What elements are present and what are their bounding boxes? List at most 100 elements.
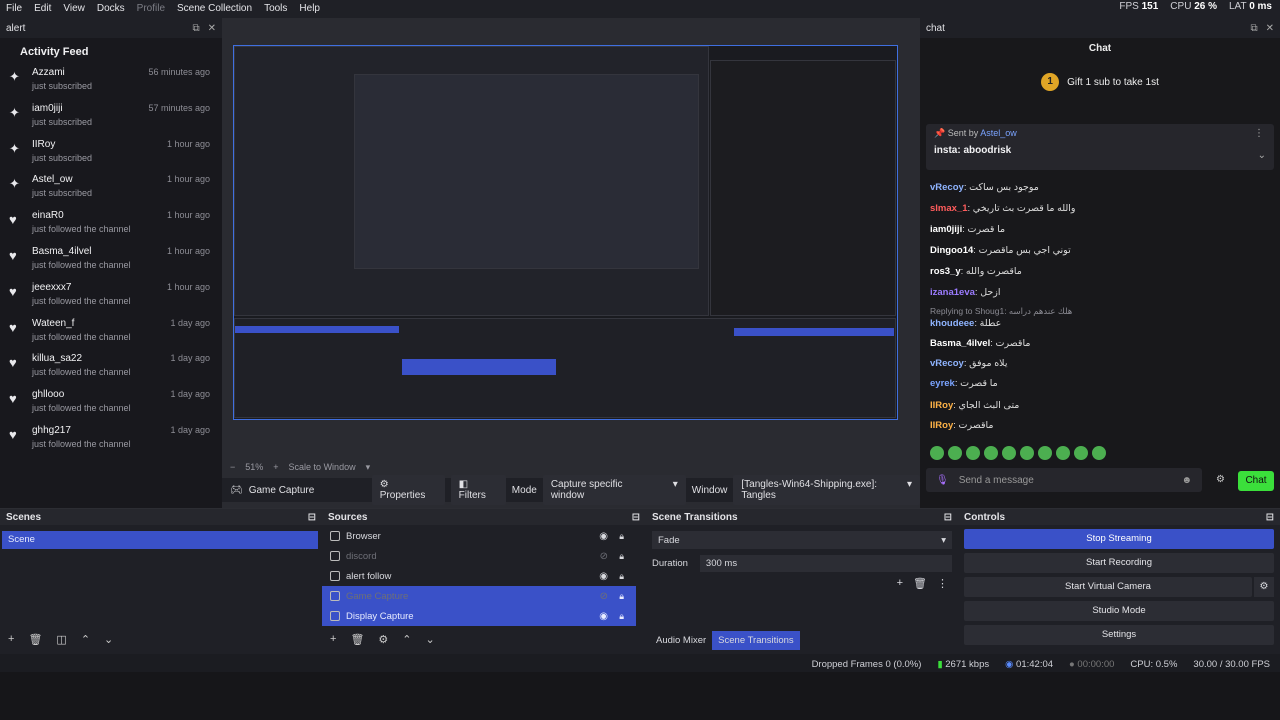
filters-button[interactable]: ◧ Filters: [450, 475, 506, 505]
source-item[interactable]: Game Capture ⊘ 🔒︎: [322, 586, 636, 606]
chat-username[interactable]: slmax_1: [930, 203, 968, 214]
zoom-out-icon[interactable]: −: [230, 462, 235, 472]
add-icon[interactable]: +: [330, 633, 336, 646]
start-recording-button[interactable]: Start Recording: [964, 553, 1274, 573]
emote-icon[interactable]: [966, 446, 980, 460]
close-icon[interactable]: ✕: [208, 23, 216, 34]
start-virtual-camera-button[interactable]: Start Virtual Camera: [964, 577, 1252, 597]
menu-help[interactable]: Help: [293, 0, 326, 18]
more-icon[interactable]: ⋮: [937, 577, 948, 590]
duration-input[interactable]: 300 ms: [699, 555, 952, 572]
more-icon[interactable]: ⋮: [1254, 128, 1264, 139]
source-item[interactable]: Browser ◉ 🔒︎: [322, 526, 636, 546]
chat-username[interactable]: vRecoy: [930, 182, 964, 193]
studio-mode-button[interactable]: Studio Mode: [964, 601, 1274, 621]
gift-leaderboard[interactable]: 1 Gift 1 sub to take 1st: [920, 60, 1280, 104]
emote-icon[interactable]: [930, 446, 944, 460]
chat-send-button[interactable]: Chat: [1238, 471, 1274, 491]
down-icon[interactable]: ⌄: [104, 633, 113, 646]
chat-username[interactable]: iam0jiji: [930, 224, 962, 235]
gear-icon[interactable]: ⚙: [1254, 577, 1274, 597]
eye-off-icon[interactable]: ⊘: [600, 591, 608, 602]
source-item[interactable]: alert follow ◉ 🔒︎: [322, 566, 636, 586]
add-icon[interactable]: +: [8, 633, 14, 646]
menu-bar: File Edit View Docks Profile Scene Colle…: [0, 0, 1280, 18]
settings-icon[interactable]: ⚙: [1216, 474, 1225, 485]
chat-username[interactable]: IIRoy: [930, 400, 953, 411]
tab-audio-mixer[interactable]: Audio Mixer: [650, 631, 712, 650]
eye-icon[interactable]: ◉: [599, 571, 608, 582]
emote-icon[interactable]: [1020, 446, 1034, 460]
pinned-message[interactable]: 📌 Sent by Astel_ow insta: aboodrisk ⌄ ⋮: [926, 124, 1274, 170]
lock-icon[interactable]: 🔒︎: [619, 551, 624, 562]
add-icon[interactable]: +: [897, 577, 903, 590]
scene-item[interactable]: Scene: [2, 531, 318, 549]
emote-icon[interactable]: [1092, 446, 1106, 460]
lock-icon[interactable]: 🔒︎: [619, 571, 624, 582]
chat-username[interactable]: IIRoy: [930, 420, 953, 431]
down-icon[interactable]: ⌄: [426, 633, 435, 646]
float-icon[interactable]: ⧉: [192, 23, 199, 34]
stop-streaming-button[interactable]: Stop Streaming: [964, 529, 1274, 549]
source-item[interactable]: Display Capture ◉ 🔒︎: [322, 606, 636, 626]
eye-icon[interactable]: ◉: [599, 611, 608, 622]
chat-username[interactable]: Dingoo14: [930, 245, 973, 256]
menu-docks[interactable]: Docks: [91, 0, 131, 18]
lock-icon[interactable]: 🔒︎: [619, 531, 624, 542]
float-icon[interactable]: ⧉: [1250, 23, 1257, 34]
emote-icon[interactable]: [948, 446, 962, 460]
eye-icon[interactable]: ◉: [599, 531, 608, 542]
scale-mode[interactable]: Scale to Window: [289, 462, 356, 472]
up-icon[interactable]: ⌃: [81, 633, 90, 646]
transition-select[interactable]: Fade ▾: [652, 531, 952, 549]
properties-button[interactable]: ⚙ Properties: [371, 475, 445, 505]
chat-username[interactable]: eyrek: [930, 378, 955, 389]
dock-menu-icon[interactable]: ⊟: [944, 512, 952, 523]
emote-icon[interactable]: [984, 446, 998, 460]
emoji-icon[interactable]: ☻: [1181, 475, 1192, 486]
close-icon[interactable]: ✕: [1266, 23, 1274, 34]
menu-edit[interactable]: Edit: [28, 0, 57, 18]
dock-menu-icon[interactable]: ⊟: [308, 512, 316, 523]
tab-scene-transitions[interactable]: Scene Transitions: [712, 631, 800, 650]
settings-button[interactable]: Settings: [964, 625, 1274, 645]
mic-icon[interactable]: 🎙︎: [936, 475, 949, 486]
emote-icon[interactable]: [1074, 446, 1088, 460]
reply-note: Replying to Shoug1: هلك عندهم دراسه: [930, 306, 1073, 316]
trash-icon[interactable]: 🗑︎: [28, 633, 42, 646]
chat-username[interactable]: ros3_y: [930, 266, 961, 277]
menu-view[interactable]: View: [57, 0, 91, 18]
emote-icon[interactable]: [1056, 446, 1070, 460]
up-icon[interactable]: ⌃: [402, 633, 411, 646]
mode-select[interactable]: Capture specific window ▾: [542, 475, 686, 505]
menu-scene-collection[interactable]: Scene Collection: [171, 0, 258, 18]
dock-menu-icon[interactable]: ⊟: [1266, 512, 1274, 523]
trash-icon[interactable]: 🗑︎: [913, 577, 927, 590]
chat-input[interactable]: 🎙︎ Send a message ☻: [926, 468, 1202, 492]
chevron-down-icon[interactable]: ▾: [366, 462, 371, 473]
eye-off-icon[interactable]: ⊘: [600, 551, 608, 562]
chat-username[interactable]: khoudeee: [930, 318, 974, 329]
activity-desc: just subscribed: [32, 116, 93, 127]
dock-menu-icon[interactable]: ⊟: [632, 512, 640, 523]
chevron-down-icon[interactable]: ⌄: [1258, 150, 1266, 161]
emote-icon[interactable]: [1038, 446, 1052, 460]
source-item[interactable]: discord ⊘ 🔒︎: [322, 546, 636, 566]
chat-message: vRecoy: موجود بس ساكت: [930, 182, 1039, 193]
chat-username[interactable]: vRecoy: [930, 358, 964, 369]
filter-icon[interactable]: ◫: [56, 633, 66, 646]
menu-file[interactable]: File: [0, 0, 28, 18]
trash-icon[interactable]: 🗑︎: [350, 633, 364, 646]
activity-item: ♥ ghllooo just followed the channel 1 day a…: [0, 388, 222, 424]
lock-icon[interactable]: 🔒︎: [619, 611, 624, 622]
window-select[interactable]: [Tangles-Win64-Shipping.exe]: Tangles ▾: [733, 475, 920, 505]
chat-username[interactable]: izana1eva: [930, 287, 975, 298]
zoom-in-icon[interactable]: +: [273, 462, 278, 472]
lock-icon[interactable]: 🔒︎: [619, 591, 624, 602]
menu-tools[interactable]: Tools: [258, 0, 293, 18]
menu-profile[interactable]: Profile: [131, 0, 171, 18]
emote-icon[interactable]: [1002, 446, 1016, 460]
chat-username[interactable]: Basma_4ilvel: [930, 338, 990, 349]
preview-screen[interactable]: [233, 45, 898, 420]
gear-icon[interactable]: ⚙: [378, 633, 388, 646]
